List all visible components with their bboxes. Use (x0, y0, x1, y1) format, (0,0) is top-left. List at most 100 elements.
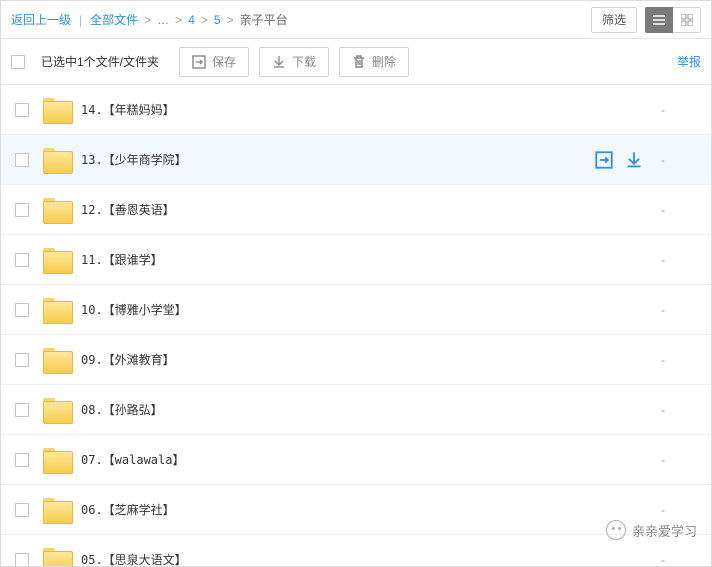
wechat-label: 亲亲爱学习 (632, 521, 697, 540)
folder-icon (43, 148, 71, 172)
file-list[interactable]: 14.【年糕妈妈】 - 13.【少年商学院】 - 12.【善恩英语】 - 11.【跟谁学】 -… (1, 85, 711, 566)
file-name[interactable]: 07.【walawala】 (81, 451, 184, 468)
file-row[interactable]: 13.【少年商学院】 - (1, 135, 711, 185)
row-right: - (661, 403, 701, 417)
row-size: - (661, 153, 701, 167)
file-name[interactable]: 09.【外滩教育】 (81, 351, 175, 368)
chevron-right-icon: > (173, 13, 184, 27)
filter-button[interactable]: 筛选 (591, 7, 637, 33)
selection-count-label: 已选中1个文件/文件夹 (41, 53, 159, 70)
row-size: - (661, 253, 701, 267)
file-row[interactable]: 14.【年糕妈妈】 - (1, 85, 711, 135)
breadcrumb-current: 亲子平台 (240, 11, 288, 28)
save-label: 保存 (212, 53, 236, 70)
row-checkbox[interactable] (15, 203, 29, 217)
row-actions (595, 151, 643, 169)
file-row[interactable]: 09.【外滩教育】 - (1, 335, 711, 385)
file-row[interactable]: 07.【walawala】 - (1, 435, 711, 485)
file-row[interactable]: 12.【善恩英语】 - (1, 185, 711, 235)
row-size: - (661, 103, 701, 117)
row-checkbox[interactable] (15, 103, 29, 117)
download-button[interactable]: 下载 (259, 47, 329, 77)
row-checkbox[interactable] (15, 353, 29, 367)
row-right: - (661, 253, 701, 267)
folder-icon (43, 98, 71, 122)
row-size: - (661, 503, 701, 517)
file-name[interactable]: 12.【善恩英语】 (81, 201, 175, 218)
filter-label: 筛选 (602, 11, 626, 28)
download-label: 下载 (292, 53, 316, 70)
row-size: - (661, 353, 701, 367)
delete-label: 删除 (372, 53, 396, 70)
file-row[interactable]: 10.【博雅小学堂】 - (1, 285, 711, 335)
wechat-icon (606, 520, 626, 540)
breadcrumb-root[interactable]: 全部文件 (90, 11, 138, 28)
file-name[interactable]: 10.【博雅小学堂】 (81, 301, 187, 318)
row-right: - (661, 353, 701, 367)
folder-icon (43, 298, 71, 322)
breadcrumb-ellipsis[interactable]: … (157, 13, 169, 27)
folder-icon (43, 448, 71, 472)
file-name[interactable]: 05.【思泉大语文】 (81, 551, 187, 566)
save-button[interactable]: 保存 (179, 47, 249, 77)
save-icon (192, 55, 206, 69)
chevron-right-icon: > (225, 13, 236, 27)
report-link[interactable]: 举报 (677, 53, 701, 70)
row-right: - (661, 503, 701, 517)
top-bar: 返回上一级 | 全部文件 > … > 4 > 5 > 亲子平台 筛选 (1, 1, 711, 39)
row-checkbox[interactable] (15, 153, 29, 167)
row-checkbox[interactable] (15, 553, 29, 567)
file-name[interactable]: 06.【芝麻学社】 (81, 501, 175, 518)
row-size: - (661, 553, 701, 567)
row-checkbox[interactable] (15, 303, 29, 317)
row-download-icon[interactable] (625, 151, 643, 169)
file-name[interactable]: 08.【孙路弘】 (81, 401, 163, 418)
file-row[interactable]: 05.【思泉大语文】 - (1, 535, 711, 566)
file-row[interactable]: 08.【孙路弘】 - (1, 385, 711, 435)
wechat-watermark: 亲亲爱学习 (606, 520, 697, 540)
breadcrumb-divider: | (75, 13, 86, 27)
row-checkbox[interactable] (15, 403, 29, 417)
row-right: - (661, 553, 701, 567)
row-right: - (661, 103, 701, 117)
row-checkbox[interactable] (15, 453, 29, 467)
row-size: - (661, 403, 701, 417)
top-right-controls: 筛选 (591, 7, 701, 33)
grid-view-icon (681, 14, 693, 26)
view-toggle (645, 7, 701, 33)
chevron-right-icon: > (199, 13, 210, 27)
breadcrumb-level-5[interactable]: 5 (214, 13, 221, 27)
file-name[interactable]: 11.【跟谁学】 (81, 251, 163, 268)
folder-icon (43, 498, 71, 522)
list-view-button[interactable] (645, 7, 673, 33)
breadcrumb-level-4[interactable]: 4 (188, 13, 195, 27)
folder-icon (43, 198, 71, 222)
breadcrumb-back[interactable]: 返回上一级 (11, 11, 71, 28)
folder-icon (43, 398, 71, 422)
row-right: - (595, 151, 701, 169)
selection-toolbar: 已选中1个文件/文件夹 保存 下载 删除 举报 (1, 39, 711, 85)
row-right: - (661, 453, 701, 467)
row-right: - (661, 203, 701, 217)
list-view-icon (653, 15, 665, 25)
row-checkbox[interactable] (15, 503, 29, 517)
row-right: - (661, 303, 701, 317)
breadcrumb: 返回上一级 | 全部文件 > … > 4 > 5 > 亲子平台 (11, 11, 288, 28)
row-size: - (661, 203, 701, 217)
select-all-checkbox[interactable] (11, 55, 25, 69)
folder-icon (43, 248, 71, 272)
grid-view-button[interactable] (673, 7, 701, 33)
chevron-right-icon: > (142, 13, 153, 27)
file-row[interactable]: 06.【芝麻学社】 - (1, 485, 711, 535)
file-row[interactable]: 11.【跟谁学】 - (1, 235, 711, 285)
row-checkbox[interactable] (15, 253, 29, 267)
trash-icon (352, 55, 366, 69)
file-name[interactable]: 14.【年糕妈妈】 (81, 101, 175, 118)
row-size: - (661, 303, 701, 317)
folder-icon (43, 348, 71, 372)
row-save-icon[interactable] (595, 151, 613, 169)
delete-button[interactable]: 删除 (339, 47, 409, 77)
download-icon (272, 55, 286, 69)
file-name[interactable]: 13.【少年商学院】 (81, 151, 187, 168)
folder-icon (43, 548, 71, 567)
